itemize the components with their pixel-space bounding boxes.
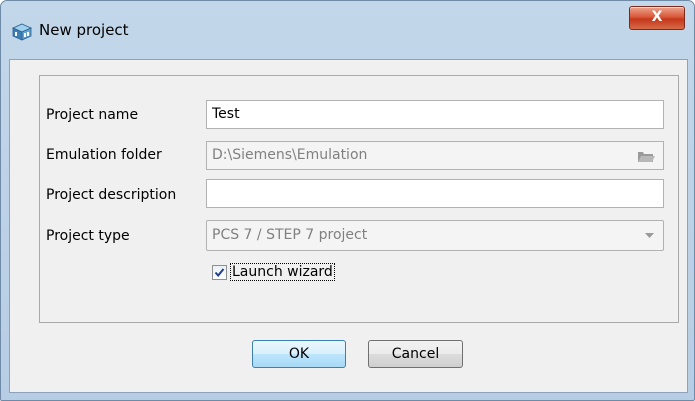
emulation-folder-value: D:\Siemens\Emulation — [212, 147, 368, 163]
close-button[interactable]: X — [629, 6, 685, 30]
project-type-select[interactable]: PCS 7 / STEP 7 project — [206, 220, 664, 251]
project-type-label: Project type — [46, 228, 130, 244]
launch-wizard-label[interactable]: Launch wizard — [230, 263, 335, 281]
emulation-folder-label: Emulation folder — [46, 147, 162, 163]
folder-icon[interactable] — [637, 150, 655, 163]
window-title: New project — [39, 21, 129, 39]
checkmark-icon — [214, 268, 225, 278]
project-name-label: Project name — [46, 107, 139, 123]
cancel-button[interactable]: Cancel — [368, 340, 463, 368]
emulation-folder-field[interactable]: D:\Siemens\Emulation — [206, 141, 664, 170]
chevron-down-icon — [645, 233, 654, 238]
dialog-window: New project X Project name Test Emulatio… — [0, 0, 695, 401]
project-cube-icon — [12, 23, 32, 41]
launch-wizard-checkbox[interactable] — [212, 265, 227, 280]
project-description-label: Project description — [46, 187, 177, 203]
project-type-value: PCS 7 / STEP 7 project — [212, 227, 368, 243]
project-description-input[interactable] — [206, 179, 664, 208]
title-bar[interactable]: New project X — [1, 1, 694, 59]
ok-button[interactable]: OK — [252, 340, 346, 368]
project-name-input[interactable]: Test — [206, 100, 664, 129]
